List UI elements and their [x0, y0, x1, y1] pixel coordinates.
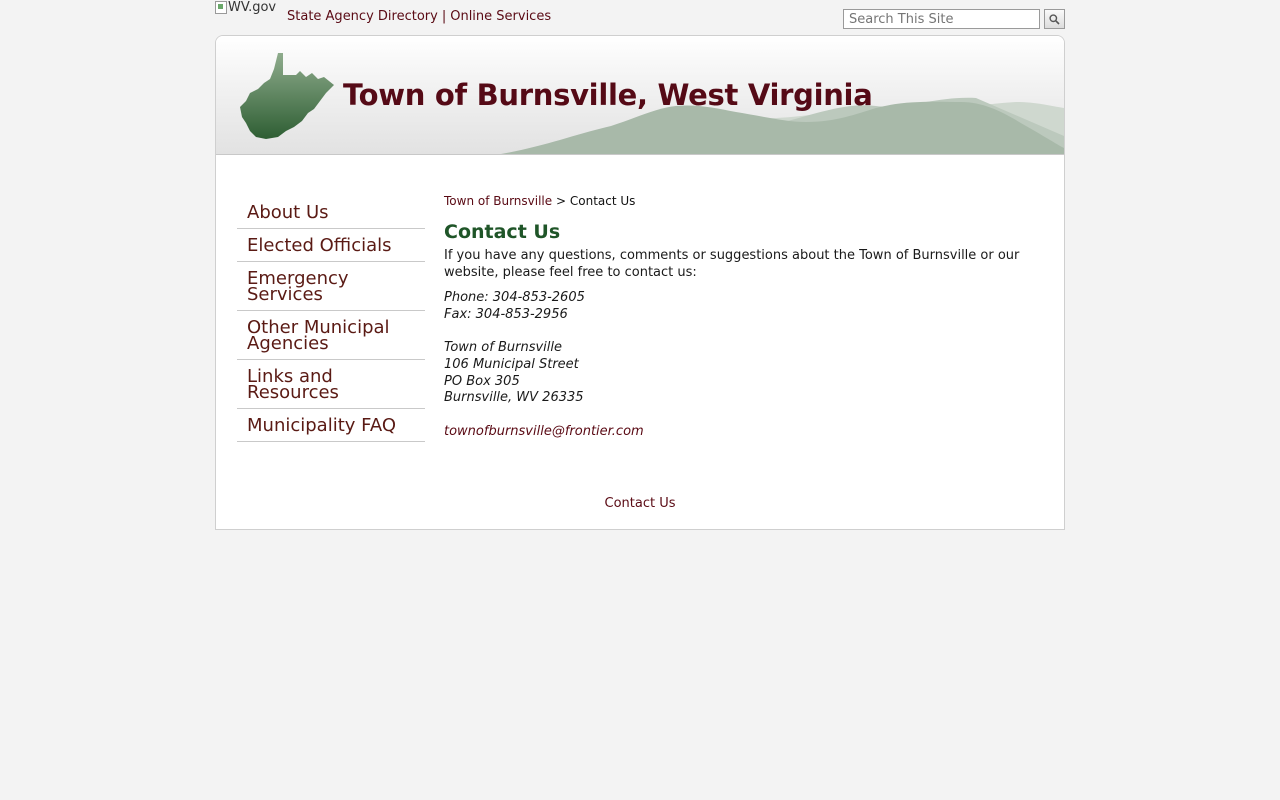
- site-title: Town of Burnsville, West Virginia: [343, 78, 873, 112]
- top-links-separator: |: [441, 9, 447, 24]
- search-button[interactable]: [1044, 9, 1065, 29]
- sidebar-item-emergency-services[interactable]: Emergency Services: [237, 262, 425, 311]
- top-bar: WV.gov State Agency Directory | Online Ser…: [215, 0, 1065, 35]
- sidebar-item-about-us[interactable]: About Us: [237, 196, 425, 229]
- intro-text: If you have any questions, comments or s…: [444, 248, 1020, 280]
- footer: Contact Us: [216, 496, 1064, 511]
- phone-number: Phone: 304-853-2605: [444, 290, 585, 305]
- wv-gov-logo-link[interactable]: WV.gov: [215, 0, 276, 15]
- west-virginia-state-icon: [240, 53, 334, 139]
- main-panel: Town of Burnsville, West Virginia About …: [215, 35, 1065, 530]
- sidebar-item-label-line2: Agencies: [247, 333, 329, 354]
- main-content: Town of Burnsville > Contact Us Contact …: [444, 194, 1044, 440]
- site-search: [843, 9, 1065, 29]
- top-links: State Agency Directory | Online Services: [287, 9, 551, 24]
- wv-gov-logo-alt-text: WV.gov: [228, 0, 277, 15]
- breadcrumb-home-link[interactable]: Town of Burnsville: [444, 194, 552, 208]
- email-link[interactable]: townofburnsville@frontier.com: [444, 424, 644, 439]
- online-services-link[interactable]: Online Services: [450, 9, 551, 24]
- sidebar-item-label-line2: Services: [247, 284, 323, 305]
- breadcrumb-current: Contact Us: [569, 194, 636, 208]
- sidebar-item-other-municipal-agencies[interactable]: Other Municipal Agencies: [237, 311, 425, 360]
- search-input[interactable]: [843, 9, 1040, 29]
- address-street: 106 Municipal Street: [444, 356, 579, 372]
- address-name: Town of Burnsville: [444, 340, 562, 356]
- sidebar-nav: About Us Elected Officials Emergency Ser…: [237, 196, 425, 442]
- breadcrumb: Town of Burnsville > Contact Us: [444, 194, 1044, 208]
- address-city-state-zip: Burnsville, WV 26335: [444, 390, 584, 406]
- broken-image-icon: [215, 1, 227, 14]
- sidebar-item-links-and-resources[interactable]: Links and Resources: [237, 360, 425, 409]
- search-icon: [1049, 13, 1060, 25]
- sidebar-item-label-line2: Resources: [247, 382, 339, 403]
- breadcrumb-separator: >: [555, 194, 567, 208]
- page-title: Contact Us: [444, 221, 561, 243]
- sidebar-item-municipality-faq[interactable]: Municipality FAQ: [237, 409, 425, 442]
- contact-details: Phone: 304-853-2605 Fax: 304-853-2956 To…: [444, 290, 1044, 440]
- fax-number: Fax: 304-853-2956: [444, 306, 568, 322]
- footer-contact-us-link[interactable]: Contact Us: [605, 496, 676, 511]
- sidebar-item-elected-officials[interactable]: Elected Officials: [237, 229, 425, 262]
- state-agency-directory-link[interactable]: State Agency Directory: [287, 9, 438, 24]
- address-po-box: PO Box 305: [444, 373, 520, 389]
- site-banner: Town of Burnsville, West Virginia: [216, 36, 1064, 155]
